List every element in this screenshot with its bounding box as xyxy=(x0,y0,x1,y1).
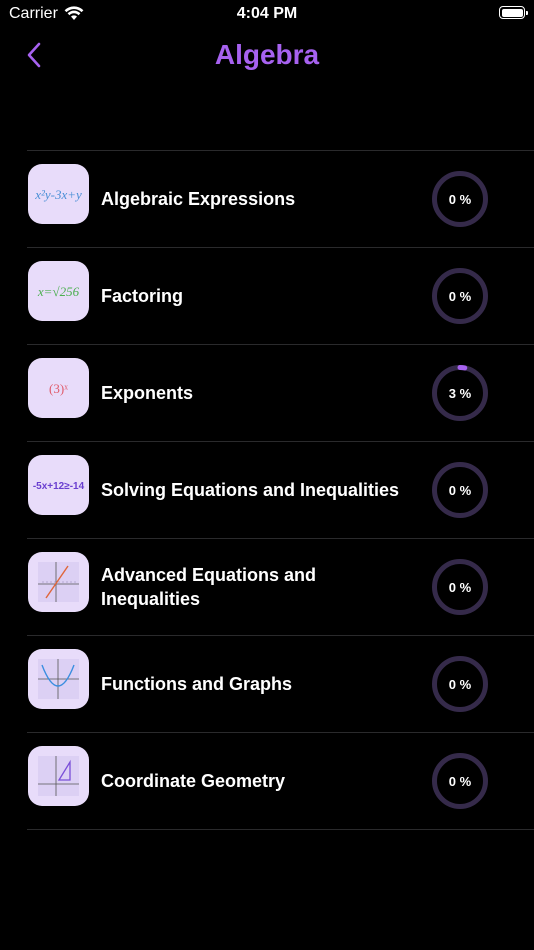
progress-ring: 0 % xyxy=(432,268,488,324)
battery-icon xyxy=(499,6,528,19)
svg-text:-5x+12≥-14: -5x+12≥-14 xyxy=(33,481,85,492)
topic-row-exponents[interactable]: (3)ˣ Exponents 3 % xyxy=(27,344,534,441)
inequality-icon: -5x+12≥-14 xyxy=(28,455,89,515)
topic-row-coordinate-geometry[interactable]: Coordinate Geometry 0 % xyxy=(27,732,534,830)
square-root-icon: x=√256 xyxy=(28,261,89,321)
topic-row-factoring[interactable]: x=√256 Factoring 0 % xyxy=(27,247,534,344)
topic-list: x²y-3x+y Algebraic Expressions 0 % x=√25… xyxy=(27,150,534,830)
progress-percent: 0 % xyxy=(448,482,472,498)
topic-label: Exponents xyxy=(101,383,194,403)
progress-ring: 0 % xyxy=(432,656,488,712)
svg-text:(3)ˣ: (3)ˣ xyxy=(49,381,68,396)
topic-label: Advanced Equations and Inequalities xyxy=(101,565,317,609)
progress-ring: 0 % xyxy=(432,559,488,615)
exponent-icon: (3)ˣ xyxy=(28,358,89,418)
progress-ring: 0 % xyxy=(432,462,488,518)
progress-percent: 0 % xyxy=(448,579,472,595)
topic-row-solving-equations[interactable]: -5x+12≥-14 Solving Equations and Inequal… xyxy=(27,441,534,538)
triangle-graph-icon xyxy=(28,746,89,806)
parabola-graph-icon xyxy=(28,649,89,709)
topic-label: Coordinate Geometry xyxy=(101,771,286,791)
algebraic-expression-icon: x²y-3x+y xyxy=(28,164,89,224)
status-time: 4:04 PM xyxy=(236,5,298,22)
svg-text:x²y-3x+y: x²y-3x+y xyxy=(34,187,82,202)
progress-percent: 0 % xyxy=(448,676,472,692)
topic-row-algebraic-expressions[interactable]: x²y-3x+y Algebraic Expressions 0 % xyxy=(27,150,534,247)
progress-percent: 3 % xyxy=(448,385,472,401)
svg-text:x=√256: x=√256 xyxy=(37,284,80,299)
topic-label: Factoring xyxy=(101,286,184,306)
topic-label: Algebraic Expressions xyxy=(101,189,296,209)
topic-label: Solving Equations and Inequalities xyxy=(101,480,400,500)
page-title: Algebra xyxy=(214,39,320,70)
topic-row-functions-graphs[interactable]: Functions and Graphs 0 % xyxy=(27,635,534,732)
progress-percent: 0 % xyxy=(448,773,472,789)
topic-row-advanced-equations[interactable]: Advanced Equations and Inequalities 0 % xyxy=(27,538,534,635)
progress-percent: 0 % xyxy=(448,191,472,207)
progress-percent: 0 % xyxy=(448,288,472,304)
status-bar: Carrier 4:04 PM xyxy=(0,0,534,28)
navigation-bar: Algebra xyxy=(0,28,534,84)
progress-ring: 0 % xyxy=(432,753,488,809)
line-graph-icon xyxy=(28,552,89,612)
progress-ring: 0 % xyxy=(432,171,488,227)
progress-ring: 3 % xyxy=(432,365,488,421)
topic-label: Functions and Graphs xyxy=(101,674,293,694)
